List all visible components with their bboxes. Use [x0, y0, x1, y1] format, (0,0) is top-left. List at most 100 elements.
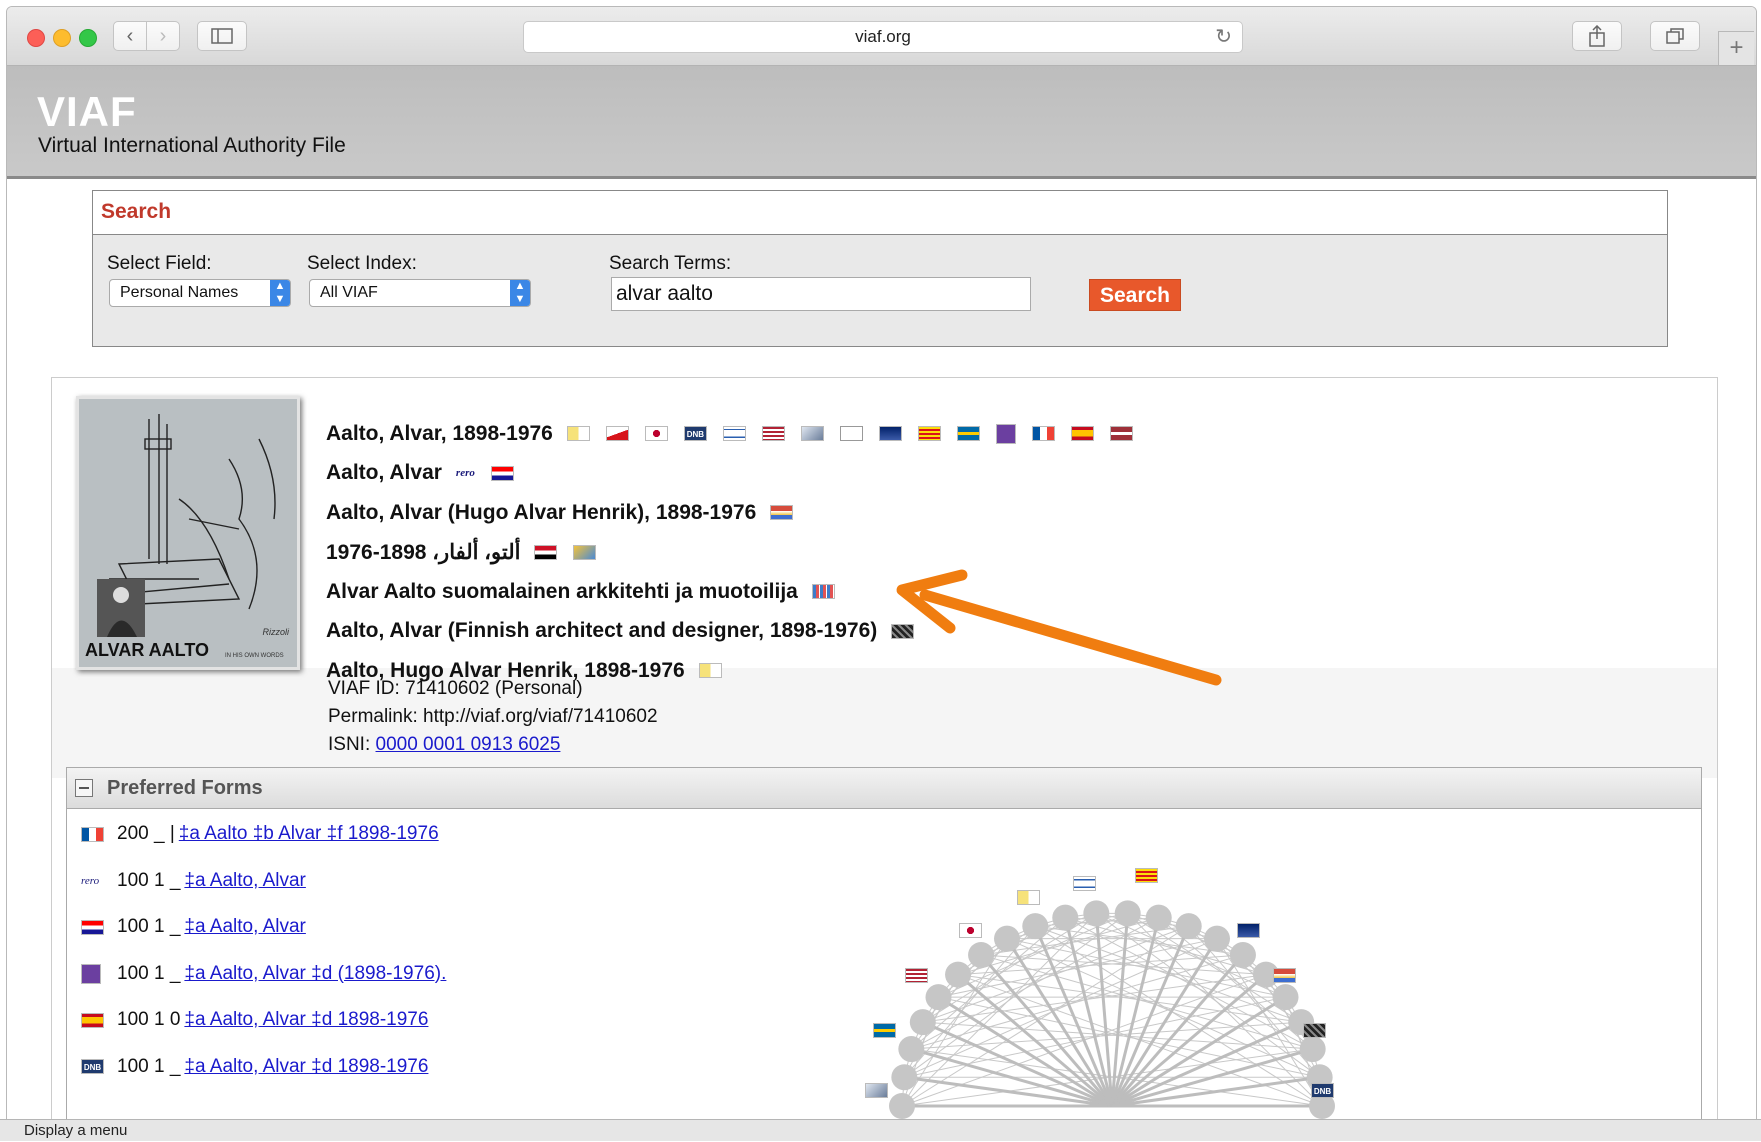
reload-icon[interactable]: ↻: [1215, 22, 1232, 52]
vatican-flag-icon[interactable]: [698, 663, 722, 679]
preferred-form-link[interactable]: ‡a Aalto, Alvar: [184, 916, 305, 938]
source-flags: [891, 623, 915, 639]
catalonia-flag-icon[interactable]: [917, 426, 941, 442]
zoom-window-button[interactable]: [79, 29, 97, 47]
select-index-label: Select Index:: [307, 253, 417, 274]
preferred-form-link[interactable]: ‡a Aalto, Alvar ‡d 1898-1976: [184, 1056, 428, 1078]
heading-row: Alvar Aalto suomalainen arkkitehti ja mu…: [326, 572, 1133, 612]
address-bar[interactable]: viaf.org ↻: [523, 21, 1243, 53]
rero-flag-icon[interactable]: rero: [456, 467, 475, 479]
rero-flag-icon[interactable]: rero: [81, 875, 99, 887]
egypt-flag-icon[interactable]: [534, 544, 558, 560]
cover-title: ALVAR AALTO: [85, 640, 209, 660]
marc-prefix: 100 1 _: [117, 869, 181, 891]
graph-node: [994, 925, 1020, 952]
israel-flag-icon[interactable]: [722, 426, 746, 442]
share-button[interactable]: [1572, 21, 1622, 51]
chevron-right-icon: ›: [159, 24, 167, 47]
vatican-flag-icon[interactable]: [1017, 890, 1040, 905]
tabs-overview-button[interactable]: [1650, 21, 1700, 51]
close-window-button[interactable]: [27, 29, 45, 47]
cube-flag-icon[interactable]: [800, 426, 824, 442]
graph-node: [1052, 904, 1079, 931]
spain-flag-icon[interactable]: [1070, 426, 1094, 442]
heading-text: Aalto, Alvar: [326, 461, 442, 485]
cover-publisher: Rizzoli: [262, 627, 289, 637]
wiki-flag-icon[interactable]: [573, 544, 597, 560]
new-tab-button[interactable]: +: [1718, 31, 1754, 65]
preferred-form-row: 200 _ | ‡a Aalto ‡b Alvar ‡f 1898-1976: [81, 823, 439, 845]
croatia-flag-icon[interactable]: [490, 465, 514, 481]
minimize-window-button[interactable]: [53, 29, 71, 47]
latvia-flag-icon[interactable]: [1109, 426, 1133, 442]
sweden-flag-icon[interactable]: [956, 426, 980, 442]
source-icon-wrap: [81, 1012, 107, 1028]
preferred-form-row: DNB 100 1 _ ‡a Aalto, Alvar ‡d 1898-1976: [81, 1056, 428, 1078]
collapse-icon[interactable]: [75, 779, 93, 797]
catalonia-flag-icon[interactable]: [1135, 868, 1158, 883]
preferred-form-link[interactable]: ‡a Aalto ‡b Alvar ‡f 1898-1976: [179, 823, 439, 845]
dnb-flag-icon[interactable]: DNB: [81, 1059, 104, 1074]
marc-prefix: 100 1 0: [117, 1009, 181, 1030]
puzzle-flag-icon[interactable]: [1303, 1023, 1326, 1038]
japan-flag-icon[interactable]: [644, 426, 668, 442]
portugal-flag-icon[interactable]: [770, 505, 794, 521]
dnb-flag-icon[interactable]: DNB: [1311, 1083, 1334, 1098]
source-icon-wrap: [81, 919, 107, 935]
usa-flag-icon[interactable]: [905, 968, 928, 983]
source-icon-wrap: rero: [81, 875, 107, 887]
site-header: VIAF Virtual International Authority Fil…: [7, 66, 1756, 179]
graph-node: [891, 1064, 918, 1091]
select-index-dropdown[interactable]: All VIAF ▲ ▼: [309, 279, 531, 307]
source-flags: [811, 584, 835, 600]
source-flags: DNB: [566, 423, 1133, 444]
permalink-line[interactable]: Permalink: http://viaf.org/viaf/71410602: [328, 703, 658, 731]
page: VIAF Virtual International Authority Fil…: [7, 66, 1756, 1136]
sweden-flag-icon[interactable]: [873, 1023, 896, 1038]
heading-text: Alvar Aalto suomalainen arkkitehti ja mu…: [326, 579, 798, 603]
select-field-value: Personal Names: [120, 284, 239, 301]
nukat-flag-icon[interactable]: [995, 423, 1016, 444]
share-icon: [1589, 25, 1605, 47]
forward-button[interactable]: ›: [146, 21, 180, 51]
preferred-form-link[interactable]: ‡a Aalto, Alvar ‡d 1898-1976: [184, 1009, 428, 1031]
portugal-flag-icon[interactable]: [1273, 968, 1296, 983]
heading-row: ألتو، ألفار، 1898-1976: [326, 533, 1133, 573]
heading-list: Aalto, Alvar, 1898-1976 DNB Aalto, Alvar re…: [326, 414, 1133, 691]
heading-row: Aalto, Alvar, 1898-1976 DNB: [326, 414, 1133, 454]
graph-node: [1145, 904, 1172, 931]
search-terms-input[interactable]: alvar aalto: [611, 277, 1031, 311]
israel-flag-icon[interactable]: [1073, 876, 1096, 891]
source-flags: [534, 544, 597, 560]
nukat-flag-icon[interactable]: [81, 963, 101, 984]
heading-text: Aalto, Alvar (Hugo Alvar Henrik), 1898-1…: [326, 500, 757, 524]
select-field-label: Select Field:: [107, 253, 212, 274]
france-flag-icon[interactable]: [1031, 426, 1055, 442]
usa-flag-icon[interactable]: [761, 426, 785, 442]
search-button[interactable]: Search: [1089, 279, 1181, 311]
dnb-flag-icon[interactable]: DNB: [683, 426, 707, 442]
preferred-form-link[interactable]: ‡a Aalto, Alvar ‡d (1898-1976).: [184, 963, 446, 985]
browser-toolbar: ‹ › viaf.org ↻: [7, 7, 1756, 66]
puzzle-flag-icon[interactable]: [891, 623, 915, 639]
back-button[interactable]: ‹: [113, 21, 147, 51]
site-logo[interactable]: VIAF: [37, 88, 137, 136]
graph-node: [1114, 900, 1141, 927]
croatia-flag-icon[interactable]: [81, 919, 104, 935]
sidebar-toggle-button[interactable]: [197, 21, 247, 51]
source-icon-wrap: [81, 963, 107, 984]
czech-flag-icon[interactable]: [605, 426, 629, 442]
blank-flag-icon[interactable]: [839, 426, 863, 442]
cube-flag-icon[interactable]: [865, 1083, 888, 1098]
isni-link[interactable]: 0000 0001 0913 6025: [376, 734, 561, 755]
australia-flag-icon[interactable]: [878, 426, 902, 442]
spain-flag-icon[interactable]: [81, 1012, 104, 1028]
preferred-form-link[interactable]: ‡a Aalto, Alvar: [184, 870, 305, 892]
france-flag-icon[interactable]: [81, 826, 104, 842]
select-field-dropdown[interactable]: Personal Names ▲ ▼: [109, 279, 291, 307]
preferred-forms-header[interactable]: Preferred Forms: [67, 768, 1701, 809]
japan-flag-icon[interactable]: [959, 923, 982, 938]
bars-flag-icon[interactable]: [811, 584, 835, 600]
australia-flag-icon[interactable]: [1237, 923, 1260, 938]
vatican-flag-icon[interactable]: [566, 426, 590, 442]
